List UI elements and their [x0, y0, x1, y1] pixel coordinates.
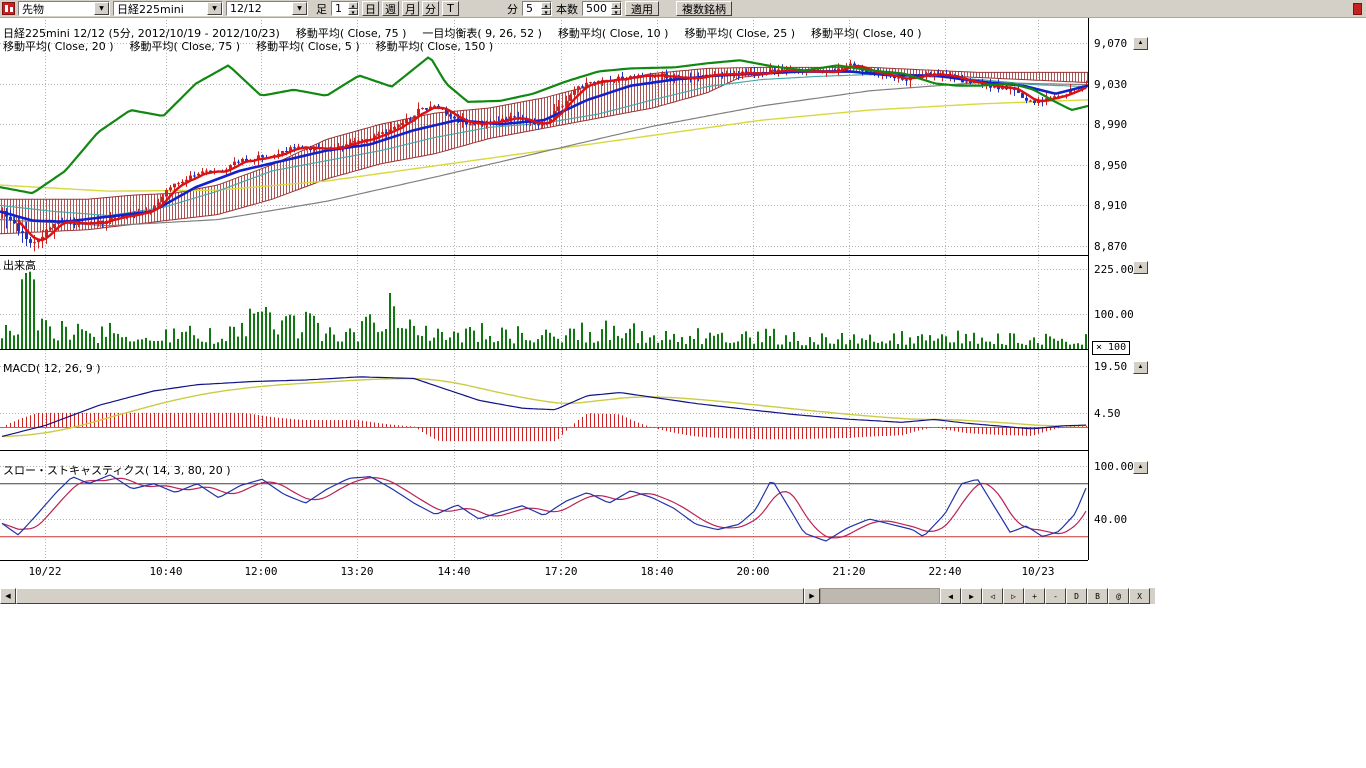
chart-application-window: 先物 ▼ 日経225mini ▼ 12/12 ▼ 足 1 ▲▼ 日 週 月 分 … [0, 0, 1366, 768]
dropdown-arrow-icon[interactable]: ▼ [94, 2, 109, 15]
svg-text:9,030: 9,030 [1094, 78, 1127, 91]
minute-spinner[interactable]: ▲▼ [541, 2, 551, 15]
chart-scrollbar: ◀ ▶ ◀▶◁▷+-DB@X [0, 588, 1155, 604]
svg-text:10/23: 10/23 [1021, 565, 1054, 578]
legend-item: 移動平均( Close, 75 ) [130, 40, 241, 53]
period-day-button[interactable]: 日 [362, 1, 379, 16]
svg-text:21:20: 21:20 [832, 565, 865, 578]
legend-item: 移動平均( Close, 40 ) [811, 27, 922, 40]
minute-value: 5 [526, 2, 533, 15]
svg-text:225.00: 225.00 [1094, 263, 1134, 276]
scroll-right-button[interactable]: ▶ [804, 588, 820, 604]
dropdown-arrow-icon[interactable]: ▼ [207, 2, 222, 15]
minute-value-input[interactable]: 5 ▲▼ [522, 1, 552, 16]
bar-count-input[interactable]: 500 ▲▼ [582, 1, 622, 16]
symbol-select[interactable]: 日経225mini ▼ [113, 1, 223, 16]
legend-item: 移動平均( Close, 20 ) [3, 40, 114, 53]
period-tick-button[interactable]: T [442, 1, 459, 16]
svg-text:22:40: 22:40 [928, 565, 961, 578]
contract-month-value: 12/12 [230, 2, 262, 15]
svg-text:13:20: 13:20 [340, 565, 373, 578]
chart-tool-button-0[interactable]: ◀ [940, 588, 961, 604]
symbol-value: 日経225mini [117, 1, 184, 17]
instrument-type-value: 先物 [22, 1, 44, 17]
chart-tool-button-7[interactable]: B [1087, 588, 1108, 604]
legend-item: 移動平均( Close, 150 ) [376, 40, 494, 53]
macd-pane-label: MACD( 12, 26, 9 ) [3, 362, 101, 375]
apply-button[interactable]: 適用 [625, 1, 659, 16]
svg-text:12:00: 12:00 [244, 565, 277, 578]
chart-tool-button-3[interactable]: ▷ [1003, 588, 1024, 604]
svg-text:17:20: 17:20 [544, 565, 577, 578]
stoch-d-line [2, 478, 1086, 538]
chart-tool-buttons: ◀▶◁▷+-DB@X [940, 588, 1150, 604]
toolbar: 先物 ▼ 日経225mini ▼ 12/12 ▼ 足 1 ▲▼ 日 週 月 分 … [0, 0, 1366, 18]
volume-bars [1, 272, 1087, 349]
chart-tool-button-8[interactable]: @ [1108, 588, 1129, 604]
period-minute-button[interactable]: 分 [422, 1, 439, 16]
bar-count-value: 500 [586, 2, 607, 15]
scroll-left-button[interactable]: ◀ [0, 588, 16, 604]
svg-text:14:40: 14:40 [437, 565, 470, 578]
svg-text:100.00: 100.00 [1094, 308, 1134, 321]
bar-interval-input[interactable]: 1 ▲▼ [331, 1, 359, 16]
price-scale-up-button[interactable]: ▲ [1133, 37, 1148, 50]
legend-item: 移動平均( Close, 25 ) [684, 27, 795, 40]
svg-text:10/22: 10/22 [28, 565, 61, 578]
volume-scale-up-button[interactable]: ▲ [1133, 261, 1148, 274]
app-chart-icon [2, 2, 15, 15]
scrollbar-track[interactable] [820, 588, 940, 604]
bar-count-label: 本数 [555, 1, 579, 17]
stoch-pane-label: スロー・ストキャスティクス( 14, 3, 80, 20 ) [3, 462, 231, 478]
bar-interval-spinner[interactable]: ▲▼ [348, 2, 358, 15]
bar-type-label: 足 [315, 1, 328, 17]
svg-text:9,070: 9,070 [1094, 37, 1127, 50]
chart-legend-row2: 移動平均( Close, 20 ) 移動平均( Close, 75 ) 移動平均( … [3, 38, 509, 54]
multi-symbol-button[interactable]: 複数銘柄 [676, 1, 732, 16]
instrument-type-select[interactable]: 先物 ▼ [18, 1, 110, 16]
svg-text:18:40: 18:40 [640, 565, 673, 578]
svg-text:8,950: 8,950 [1094, 159, 1127, 172]
svg-text:8,910: 8,910 [1094, 199, 1127, 212]
svg-text:10:40: 10:40 [149, 565, 182, 578]
svg-text:20:00: 20:00 [736, 565, 769, 578]
minute-label: 分 [506, 1, 519, 17]
svg-text:100.00: 100.00 [1094, 460, 1134, 473]
chart-area[interactable]: 9,070 9,030 8,990 8,950 8,910 8,870 225.00 100.… [0, 18, 1155, 604]
macd-scale-up-button[interactable]: ▲ [1133, 361, 1148, 374]
chart-tool-button-6[interactable]: D [1066, 588, 1087, 604]
legend-item: 移動平均( Close, 5 ) [256, 40, 360, 53]
legend-item: 移動平均( Close, 10 ) [558, 27, 669, 40]
dropdown-arrow-icon[interactable]: ▼ [292, 2, 307, 15]
volume-multiplier-badge: × 100 [1092, 341, 1130, 355]
bar-interval-value: 1 [335, 2, 342, 15]
stoch-scale-up-button[interactable]: ▲ [1133, 461, 1148, 474]
svg-text:8,870: 8,870 [1094, 240, 1127, 253]
chart-tool-button-1[interactable]: ▶ [961, 588, 982, 604]
stoch-k-line [2, 475, 1086, 541]
svg-text:8,990: 8,990 [1094, 118, 1127, 131]
chart-tool-button-2[interactable]: ◁ [982, 588, 1003, 604]
scrollbar-thumb[interactable] [16, 588, 804, 604]
chart-tool-button-9[interactable]: X [1129, 588, 1150, 604]
bar-count-spinner[interactable]: ▲▼ [611, 2, 621, 15]
window-corner-icon[interactable] [1353, 3, 1362, 15]
svg-text:4.50: 4.50 [1094, 407, 1121, 420]
period-month-button[interactable]: 月 [402, 1, 419, 16]
period-week-button[interactable]: 週 [382, 1, 399, 16]
contract-month-select[interactable]: 12/12 ▼ [226, 1, 308, 16]
svg-text:19.50: 19.50 [1094, 360, 1127, 373]
volume-pane-label: 出来高 [3, 257, 36, 273]
svg-text:40.00: 40.00 [1094, 513, 1127, 526]
chart-tool-button-5[interactable]: - [1045, 588, 1066, 604]
chart-canvas[interactable]: 9,070 9,030 8,990 8,950 8,910 8,870 225.00 100.… [0, 18, 1155, 588]
chart-tool-button-4[interactable]: + [1024, 588, 1045, 604]
